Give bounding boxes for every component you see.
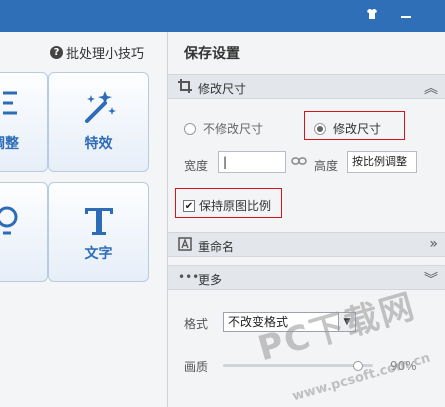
width-label: 宽度 [184,159,209,173]
quality-slider-track[interactable] [223,364,373,367]
section-rename-header[interactable]: 重命名 » [168,232,445,257]
quality-value: 90% [390,359,417,373]
link-chain-icon[interactable] [291,155,307,170]
tile-partial[interactable] [0,182,48,282]
batch-tips-label: 批处理小技巧 [66,47,145,62]
left-pane: ? 批处理小技巧 调整 特效 文字 [0,32,167,407]
rename-A-icon [178,237,192,251]
save-settings-panel: 保存设置 修改尺寸 ︽ 不修改尺寸 修改尺寸 宽度 | 高度 按比例调整 ✔ 保… [167,32,445,407]
width-input[interactable]: | [218,151,286,173]
radio-keep-size-label: 不修改尺寸 [203,122,264,136]
panel-title: 保存设置 [184,46,240,62]
section-resize-header[interactable]: 修改尺寸 ︽ [168,74,445,99]
tile-text[interactable]: 文字 [48,182,149,282]
batch-tips-link[interactable]: ? 批处理小技巧 [50,43,144,62]
question-icon: ? [50,46,63,59]
dropdown-arrow-icon[interactable]: ▼ [338,313,355,331]
radio-keep-size[interactable]: 不修改尺寸 [184,120,263,137]
section-resize-label: 修改尺寸 [198,82,247,96]
expand-chevron-icon[interactable]: » [429,236,438,252]
partial-icon [0,205,47,244]
tile-effects[interactable]: 特效 [48,72,149,172]
quality-label: 画质 [184,360,209,374]
radio-button-selected[interactable] [314,122,326,135]
checkbox-checked-icon[interactable]: ✔ [183,199,195,212]
shirt-icon[interactable] [366,8,378,20]
tile-text-label: 文字 [84,246,113,262]
quality-slider-handle[interactable] [353,361,363,371]
text-T-icon [49,203,148,240]
radio-button[interactable] [184,122,196,135]
section-more-header[interactable]: ••• 更多 ︾ [168,265,445,290]
collapse-chevron-icon[interactable]: ︽ [424,78,438,98]
tile-effects-label: 特效 [84,136,113,152]
keep-ratio-checkbox[interactable]: ✔ 保持原图比例 [183,197,271,214]
section-more-label: 更多 [198,273,223,287]
title-bar [0,0,445,32]
tile-adjust[interactable]: 调整 [0,72,48,172]
height-input[interactable]: 按比例调整 [347,151,417,173]
section-rename-label: 重命名 [198,240,235,254]
radio-modify-size-label: 修改尺寸 [333,122,382,136]
format-select-value: 不改变格式 [228,315,289,329]
radio-modify-size[interactable]: 修改尺寸 [314,120,381,137]
tile-adjust-label: 调整 [0,136,19,152]
crop-icon [178,79,192,93]
magic-wand-icon [49,87,148,130]
adjust-icon [0,87,47,126]
keep-ratio-label: 保持原图比例 [199,199,272,213]
minimize-icon[interactable] [400,8,412,20]
format-select[interactable]: 不改变格式 ▼ [223,312,356,332]
collapse-chevron-icon[interactable]: ︾ [424,269,438,289]
more-dots-icon: ••• [178,270,200,284]
format-label: 格式 [184,317,209,331]
height-label: 高度 [314,159,339,173]
